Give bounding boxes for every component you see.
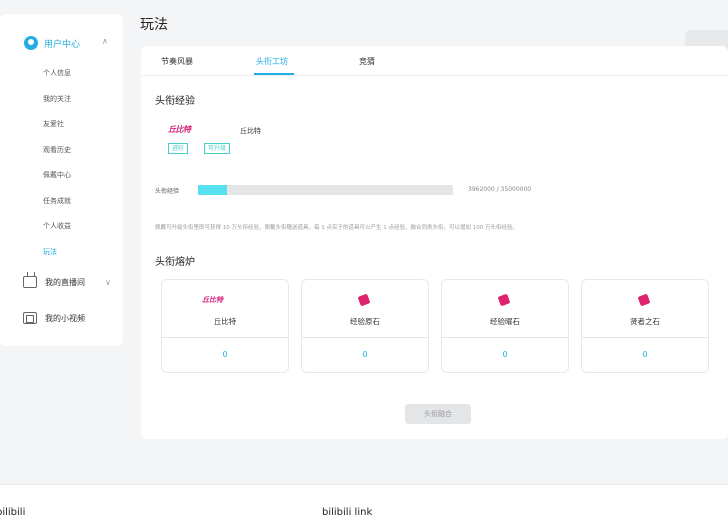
fuse-button[interactable]: 头衔融合 bbox=[405, 404, 471, 424]
fuse-box-sage-stone[interactable]: 贤者之石 0 bbox=[581, 279, 709, 373]
user-center-label: 用户中心 bbox=[44, 39, 81, 50]
sidebar-item-achievements[interactable]: 任务成就 bbox=[43, 196, 71, 222]
footer: bilibili bilibili link bbox=[0, 484, 728, 515]
gem-icon bbox=[497, 293, 511, 307]
sidebar-item-history[interactable]: 观看历史 bbox=[43, 145, 71, 171]
fuse-box-header: 贤者之石 bbox=[582, 280, 708, 338]
fuse-box-header: 丘比特 丘比特 bbox=[162, 280, 288, 338]
tab-rhythm-storm[interactable]: 节奏风暴 bbox=[161, 56, 193, 67]
sidebar-item-following[interactable]: 我的关注 bbox=[43, 94, 71, 120]
sidebar-group-live-room[interactable]: 我的直播间 ∨ bbox=[23, 276, 111, 288]
tab-active-indicator bbox=[254, 73, 294, 75]
exp-section-title: 头衔经验 bbox=[155, 96, 195, 107]
fuse-box-count: 0 bbox=[222, 350, 228, 359]
fuse-box-count: 0 bbox=[502, 350, 508, 359]
exp-value: 3962000 / 35000000 bbox=[468, 186, 532, 193]
footer-brand[interactable]: bilibili bbox=[0, 507, 25, 515]
sidebar-group-short-video[interactable]: 我的小视频 bbox=[23, 312, 85, 324]
film-icon bbox=[23, 312, 37, 324]
gem-icon bbox=[637, 293, 651, 307]
footer-link[interactable]: bilibili link bbox=[322, 507, 372, 515]
fuse-box-count: 0 bbox=[642, 350, 648, 359]
sidebar-item-wear-center[interactable]: 佩戴中心 bbox=[43, 170, 71, 196]
sidebar-item-gameplay[interactable]: 玩法 bbox=[43, 247, 71, 273]
page-title: 玩法 bbox=[140, 17, 168, 33]
fuse-box-header: 经验原石 bbox=[302, 280, 428, 338]
medal-icon: 丘比特 bbox=[202, 296, 223, 304]
medal-name: 丘比特 bbox=[240, 127, 261, 135]
sidebar: 用户中心 ∨ 个人信息 我的关注 友爱社 观看历史 佩戴中心 任务成就 个人收益… bbox=[0, 14, 123, 346]
medal-badge: 丘比特 bbox=[168, 125, 191, 134]
fuse-box-name: 经验曜石 bbox=[490, 317, 520, 326]
fuse-box-name: 经验原石 bbox=[350, 317, 380, 326]
sidebar-item-earnings[interactable]: 个人收益 bbox=[43, 221, 71, 247]
fuse-section-title: 头衔熔炉 bbox=[155, 257, 195, 268]
tag-advanced: 进阶 bbox=[168, 143, 189, 154]
tab-guess[interactable]: 竞猜 bbox=[359, 56, 375, 67]
main-card: 节奏风暴 头衔工坊 竞猜 头衔经验 丘比特 丘比特 进阶 可升级 头衔经验 39… bbox=[141, 46, 728, 439]
exp-progress-bar bbox=[198, 185, 453, 195]
sidebar-item-club[interactable]: 友爱社 bbox=[43, 119, 71, 145]
tab-bar: 节奏风暴 头衔工坊 竞猜 bbox=[141, 46, 728, 76]
exp-description: 佩戴可升级头衔里即可获得 10 万头衔经验，佩戴头衔赠送道具，每 1 点实于的道… bbox=[155, 225, 518, 231]
live-room-label: 我的直播间 bbox=[45, 277, 85, 287]
fuse-box-count: 0 bbox=[362, 350, 368, 359]
user-icon bbox=[24, 36, 38, 50]
user-center-header[interactable]: 用户中心 ∨ bbox=[24, 36, 108, 50]
short-video-label: 我的小视频 bbox=[45, 313, 85, 323]
tv-icon bbox=[23, 276, 37, 288]
fuse-box-name: 丘比特 bbox=[213, 317, 237, 326]
fuse-box-exp-raw-stone[interactable]: 经验原石 0 bbox=[301, 279, 429, 373]
gem-icon bbox=[357, 293, 371, 307]
exp-progress-fill bbox=[198, 185, 227, 195]
fuse-box-name: 贤者之石 bbox=[630, 317, 660, 326]
sidebar-item-profile[interactable]: 个人信息 bbox=[43, 68, 71, 94]
chevron-up-icon: ∨ bbox=[102, 37, 108, 46]
fuse-box-exp-obsidian[interactable]: 经验曜石 0 bbox=[441, 279, 569, 373]
exp-bar-label: 头衔经验 bbox=[155, 188, 180, 195]
chevron-down-icon: ∨ bbox=[105, 277, 111, 287]
user-center-menu: 个人信息 我的关注 友爱社 观看历史 佩戴中心 任务成就 个人收益 玩法 bbox=[43, 68, 71, 272]
fuse-box-header: 经验曜石 bbox=[442, 280, 568, 338]
tab-title-workshop[interactable]: 头衔工坊 bbox=[256, 56, 288, 67]
fuse-box-cupid[interactable]: 丘比特 丘比特 0 bbox=[161, 279, 289, 373]
tag-upgradable: 可升级 bbox=[204, 143, 231, 154]
